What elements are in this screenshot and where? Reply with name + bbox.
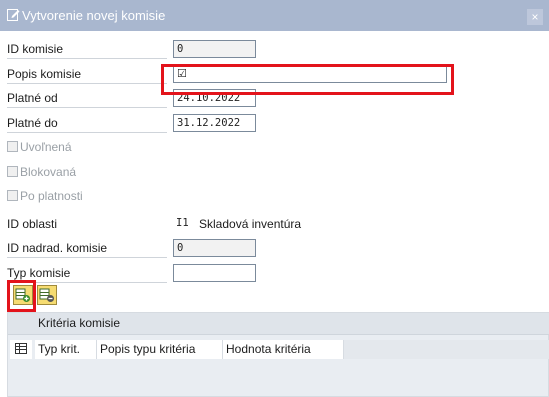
po-platnosti-label: Po platnosti <box>20 189 83 203</box>
po-platnosti-checkbox[interactable] <box>7 190 18 201</box>
platne-od-label: Platné od <box>7 88 167 108</box>
blokovana-checkbox[interactable] <box>7 166 18 177</box>
id-oblasti-description: Skladová inventúra <box>199 217 302 231</box>
typ-komisie-field[interactable] <box>173 264 256 282</box>
row-id-oblasti: ID oblasti I1 Skladová inventúra <box>0 214 549 235</box>
uvolnena-label: Uvoľnená <box>20 140 72 154</box>
delete-row-icon <box>39 288 54 302</box>
platne-do-field[interactable]: 31.12.2022 <box>173 114 256 132</box>
row-blokovana: Blokovaná <box>0 162 549 183</box>
row-id-komisie: ID komisie 0 <box>0 39 549 60</box>
id-komisie-label: ID komisie <box>7 39 167 59</box>
row-typ-komisie: Typ komisie <box>0 263 549 284</box>
criteria-panel: Kritéria komisie Typ krit. Popis typu kr… <box>7 312 549 397</box>
platne-do-label: Platné do <box>7 113 167 133</box>
id-oblasti-value: I1 <box>176 217 189 229</box>
delete-row-button[interactable] <box>37 285 57 305</box>
column-header-filler <box>344 340 549 359</box>
column-header-popis-typu-kriteria[interactable]: Popis typu kritéria <box>97 340 223 359</box>
edit-document-icon <box>7 9 20 21</box>
column-header-typ-krit[interactable]: Typ krit. <box>35 340 97 359</box>
highlight-popis-komisie <box>161 64 454 95</box>
id-oblasti-label: ID oblasti <box>7 217 58 231</box>
row-id-nadrad-komisie: ID nadrad. komisie 0 <box>0 238 549 259</box>
column-header-hodnota-kriteria[interactable]: Hodnota kritéria <box>223 340 344 359</box>
popis-komisie-label: Popis komisie <box>7 64 167 84</box>
dialog-title: Vytvorenie novej komisie <box>22 8 166 23</box>
uvolnena-checkbox[interactable] <box>7 141 18 152</box>
id-nadrad-komisie-field[interactable]: 0 <box>173 239 256 257</box>
criteria-panel-title: Kritéria komisie <box>8 313 549 335</box>
table-settings-icon[interactable] <box>10 340 32 359</box>
uvolnena-option: Uvoľnená <box>7 137 167 157</box>
row-po-platnosti: Po platnosti <box>0 186 549 207</box>
blokovana-label: Blokovaná <box>20 165 77 179</box>
dialog-titlebar: Vytvorenie novej komisie × <box>0 0 549 31</box>
id-nadrad-komisie-label: ID nadrad. komisie <box>7 238 167 258</box>
row-platne-do: Platné do 31.12.2022 <box>0 113 549 134</box>
row-uvolnena: Uvoľnená <box>0 137 549 158</box>
id-komisie-field[interactable]: 0 <box>173 40 256 58</box>
highlight-add-row-button <box>7 280 36 312</box>
blokovana-option: Blokovaná <box>7 162 167 182</box>
po-platnosti-option: Po platnosti <box>7 186 167 206</box>
close-button[interactable]: × <box>527 9 543 25</box>
